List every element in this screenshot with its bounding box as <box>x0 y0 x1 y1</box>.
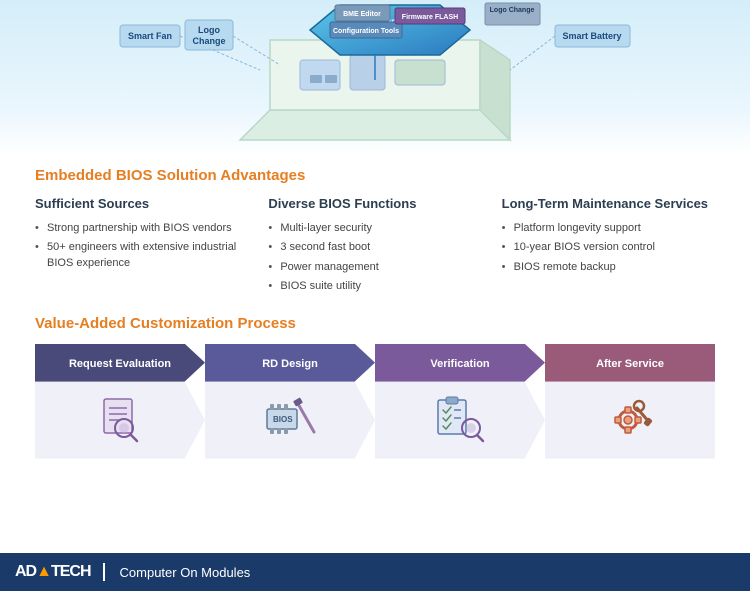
list-item: Multi-layer security <box>268 219 481 238</box>
step2-body: BIOS <box>205 382 375 459</box>
svg-text:Logo: Logo <box>198 25 220 35</box>
main-content: Embedded BIOS Solution Advantages Suffic… <box>0 155 750 469</box>
list-item: BIOS remote backup <box>502 258 715 277</box>
list-item: Strong partnership with BIOS vendors <box>35 219 248 238</box>
advantage-col-2: Diverse BIOS Functions Multi-layer secur… <box>268 196 481 297</box>
footer: AD▲TECH Computer On Modules <box>0 553 750 591</box>
col2-title: Diverse BIOS Functions <box>268 196 481 211</box>
svg-text:Logo Change: Logo Change <box>490 7 535 14</box>
embedded-section-title: Embedded BIOS Solution Advantages <box>35 167 715 184</box>
svg-text:Firmware FLASH: Firmware FLASH <box>402 14 458 21</box>
footer-logo: AD▲TECH <box>15 563 91 581</box>
step2-label: RD Design <box>262 358 318 370</box>
list-item: Platform longevity support <box>502 219 715 238</box>
brand-ad: AD <box>15 563 36 580</box>
col3-title: Long-Term Maintenance Services <box>502 196 715 211</box>
svg-text:Smart Battery: Smart Battery <box>562 31 621 41</box>
list-item: 10-year BIOS version control <box>502 238 715 257</box>
wrench-gear-icon <box>604 394 656 446</box>
footer-tagline: Computer On Modules <box>120 565 251 580</box>
step1-label: Request Evaluation <box>69 358 171 370</box>
clipboard-search-icon <box>433 394 488 446</box>
step1-header: Request Evaluation <box>35 344 205 382</box>
col1-title: Sufficient Sources <box>35 196 248 211</box>
bios-chip-icon: BIOS <box>259 394 321 446</box>
svg-text:BME Editor: BME Editor <box>343 11 381 18</box>
document-search-icon <box>94 394 146 446</box>
step2-header: RD Design <box>205 344 375 382</box>
step3-label: Verification <box>430 358 489 370</box>
col3-list: Platform longevity support 10-year BIOS … <box>502 219 715 277</box>
col2-list: Multi-layer security 3 second fast boot … <box>268 219 481 297</box>
advantages-grid: Sufficient Sources Strong partnership wi… <box>35 196 715 297</box>
col1-list: Strong partnership with BIOS vendors 50+… <box>35 219 248 273</box>
process-step-3: Verification <box>375 344 545 459</box>
process-step-2: RD Design BIOS <box>205 344 375 459</box>
step4-header: After Service <box>545 344 715 382</box>
advantage-col-3: Long-Term Maintenance Services Platform … <box>502 196 715 297</box>
brand-tech: TECH <box>51 563 91 580</box>
advantage-col-1: Sufficient Sources Strong partnership wi… <box>35 196 248 297</box>
step3-header: Verification <box>375 344 545 382</box>
svg-text:Configuration Tools: Configuration Tools <box>333 28 399 35</box>
step1-body <box>35 382 205 459</box>
process-step-4: After Service <box>545 344 715 459</box>
header-diagram: BIOS Suite BME Editor Configuration Tool… <box>0 0 750 155</box>
process-steps: Request Evaluation RD Design <box>35 344 715 459</box>
list-item: Power management <box>268 258 481 277</box>
list-item: BIOS suite utility <box>268 277 481 296</box>
svg-text:BIOS: BIOS <box>273 415 293 424</box>
step4-label: After Service <box>596 358 664 370</box>
list-item: 3 second fast boot <box>268 238 481 257</box>
value-section-title: Value-Added Customization Process <box>35 315 715 332</box>
footer-logo-box: AD▲TECH <box>15 563 105 581</box>
list-item: 50+ engineers with extensive industrial … <box>35 238 248 273</box>
svg-text:Smart Fan: Smart Fan <box>128 31 172 41</box>
process-step-1: Request Evaluation <box>35 344 205 459</box>
svg-text:Change: Change <box>192 36 225 46</box>
brand-van: ▲ <box>36 563 51 580</box>
step4-body <box>545 382 715 459</box>
step3-body <box>375 382 545 459</box>
